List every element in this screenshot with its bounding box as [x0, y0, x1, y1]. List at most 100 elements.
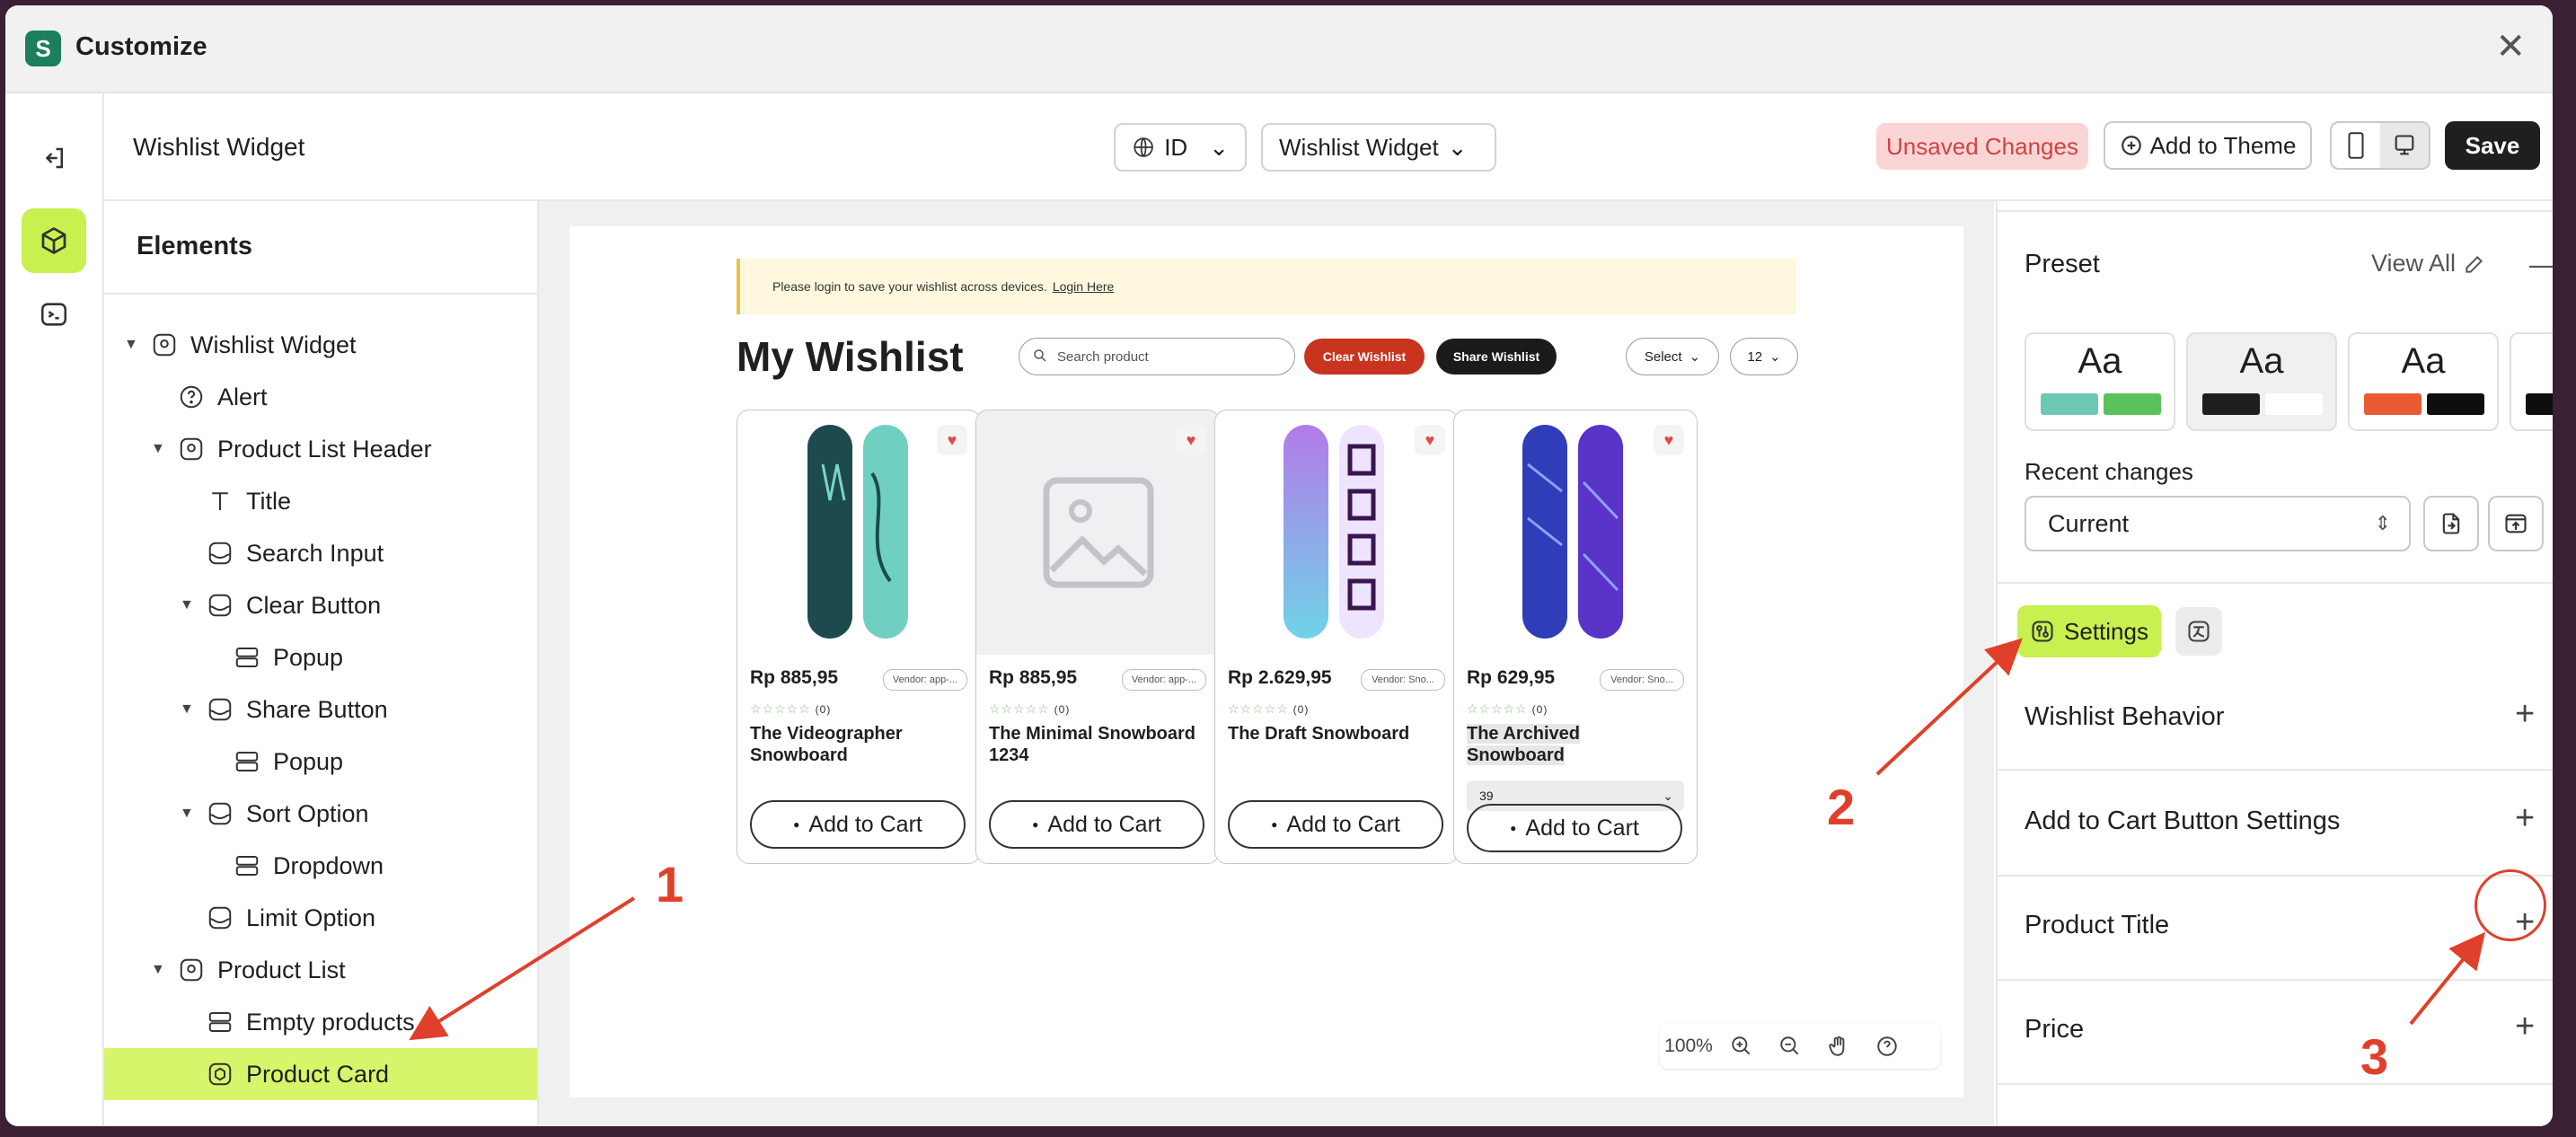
tree-item-product-list-header[interactable]: ▼ Product List Header — [104, 423, 537, 475]
product-title[interactable]: The Minimal Snowboard 1234 — [989, 723, 1204, 766]
search-input[interactable]: Search product — [1019, 338, 1295, 375]
export-icon[interactable] — [2488, 496, 2544, 551]
zoom-in-icon[interactable] — [1717, 1035, 1766, 1058]
share-wishlist-button[interactable]: Share Wishlist — [1436, 339, 1557, 375]
clear-wishlist-button[interactable]: Clear Wishlist — [1304, 339, 1425, 375]
annotation-number: 1 — [656, 856, 684, 912]
section-label: Price — [2025, 1015, 2085, 1044]
preset-sample: Aa — [2078, 341, 2122, 381]
chevron-down-icon: ⌄ — [1663, 788, 1673, 803]
tree-item-sort-option[interactable]: ▼ Sort Option — [104, 788, 537, 840]
limit-select[interactable]: 12 ⌄ — [1730, 338, 1798, 375]
view-all-link[interactable]: View All — [2371, 250, 2486, 278]
bag-icon: ● — [1510, 822, 1517, 834]
tree-item-limit-option[interactable]: Limit Option — [104, 892, 537, 944]
recent-changes-select[interactable]: Current ⇕ — [2025, 496, 2411, 551]
add-to-cart-label: Add to Cart — [808, 811, 922, 837]
mobile-view-icon[interactable] — [2332, 123, 2380, 168]
rating-stars: ☆☆☆☆☆ (0) — [1467, 701, 1548, 716]
add-to-theme-button[interactable]: Add to Theme — [2104, 121, 2312, 170]
plus-icon[interactable]: + — [2515, 1008, 2535, 1046]
help-icon[interactable] — [1863, 1035, 1911, 1058]
text-icon — [205, 486, 235, 516]
desktop-view-icon[interactable] — [2380, 123, 2429, 168]
page-name: Wishlist Widget — [133, 133, 305, 161]
preset-card[interactable]: Aa — [2025, 332, 2175, 431]
heart-icon[interactable]: ♥ — [1176, 425, 1206, 455]
product-price: Rp 885,95 — [750, 667, 839, 688]
product-title-text: The Archived Snowboard — [1467, 724, 1580, 765]
tree-item-popup[interactable]: Popup — [104, 631, 537, 683]
settings-tab-label: Settings — [2064, 617, 2148, 645]
layout-rows-icon — [232, 851, 262, 881]
tree-item-title[interactable]: Title — [104, 475, 537, 527]
vendor-badge: Vendor: app-... — [883, 669, 967, 691]
section-product-title[interactable]: Product Title + — [1998, 875, 2553, 981]
tab-translate[interactable] — [2175, 607, 2222, 656]
add-to-cart-button[interactable]: ● Add to Cart — [1228, 800, 1443, 849]
vendor-badge: Vendor: app-... — [1122, 669, 1206, 691]
tab-settings[interactable]: Settings — [2017, 605, 2161, 657]
section-wishlist-behavior[interactable]: Wishlist Behavior + — [1998, 666, 2553, 771]
preset-card[interactable] — [2510, 332, 2553, 431]
sort-select[interactable]: Select ⌄ — [1626, 338, 1719, 375]
template-select[interactable]: Wishlist Widget ⌄ — [1261, 123, 1496, 172]
preset-card[interactable]: Aa — [2348, 332, 2499, 431]
globe-icon — [1134, 137, 1153, 157]
product-card[interactable]: ♥ Rp 885,95 Vendor: app-... ☆☆☆☆☆ (0) Th… — [975, 410, 1220, 864]
tree-item-alert[interactable]: Alert — [104, 371, 537, 423]
import-file-icon[interactable] — [2423, 496, 2479, 551]
rating-count: (0) — [1054, 703, 1071, 716]
save-button[interactable]: Save — [2445, 121, 2540, 170]
tree-item-product-list[interactable]: ▼ Product List — [104, 944, 537, 996]
section-add-to-cart-settings[interactable]: Add to Cart Button Settings + — [1998, 771, 2553, 877]
preset-card[interactable]: Aa — [2186, 332, 2337, 431]
tree-item-search-input[interactable]: Search Input — [104, 527, 537, 579]
tree-item-wishlist-widget[interactable]: ▼ Wishlist Widget — [104, 319, 537, 371]
heart-icon[interactable]: ♥ — [1654, 425, 1684, 455]
section-price[interactable]: Price + — [1998, 979, 2553, 1085]
plus-circle-icon — [2121, 136, 2141, 155]
product-card[interactable]: ♥ Rp 629,95 Vendor: Sno... ☆☆☆☆☆ (0) The… — [1453, 410, 1698, 864]
add-to-cart-label: Add to Cart — [1286, 811, 1400, 837]
product-title[interactable]: The Videographer Snowboard — [750, 723, 966, 766]
product-card[interactable]: ♥ Rp 2.629,95 Vendor: Sno... ☆☆☆☆☆ (0) T… — [1214, 410, 1459, 864]
preview-page: Please login to save your wishlist acros… — [569, 226, 1963, 1097]
tree-item-product-card[interactable]: Product Card — [104, 1048, 537, 1100]
close-icon[interactable]: ✕ — [2495, 29, 2526, 65]
zoom-out-icon[interactable] — [1766, 1035, 1814, 1058]
heart-icon[interactable]: ♥ — [1415, 425, 1445, 455]
divider — [1998, 582, 2553, 584]
hand-pan-icon[interactable] — [1814, 1035, 1863, 1058]
code-terminal-icon[interactable] — [22, 282, 86, 347]
chevron-down-icon: ⌄ — [1209, 133, 1229, 161]
add-to-cart-button[interactable]: ● Add to Cart — [750, 800, 966, 849]
language-select[interactable]: ID ⌄ — [1114, 123, 1247, 172]
settings-sliders-icon — [2032, 621, 2053, 642]
product-title[interactable]: The Archived Snowboard — [1467, 723, 1682, 766]
product-card[interactable]: ♥ Rp 885,95 Vendor: app-... ☆☆☆☆☆ (0) Th… — [737, 410, 981, 864]
exit-icon[interactable] — [22, 126, 86, 190]
recent-changes-label: Recent changes — [2025, 458, 2193, 485]
add-to-cart-button[interactable]: ● Add to Cart — [1467, 804, 1682, 852]
color-swatch — [2041, 393, 2098, 415]
add-to-cart-button[interactable]: ● Add to Cart — [989, 800, 1204, 849]
plus-icon[interactable]: + — [2515, 695, 2535, 734]
login-link[interactable]: Login Here — [1053, 279, 1115, 294]
plus-icon[interactable]: + — [2515, 799, 2535, 838]
tree-item-share-button[interactable]: ▼ Share Button — [104, 683, 537, 736]
tree-label: Product List — [217, 956, 346, 983]
tree-item-clear-button[interactable]: ▼ Clear Button — [104, 579, 537, 631]
collapse-icon[interactable]: — — [2529, 248, 2553, 281]
tree-item-empty-products[interactable]: Empty products — [104, 996, 537, 1048]
product-title[interactable]: The Draft Snowboard — [1228, 723, 1443, 745]
tree-item-popup[interactable]: Popup — [104, 736, 537, 788]
color-swatch — [2427, 393, 2484, 415]
elements-cube-icon[interactable] — [22, 208, 86, 273]
search-icon — [1032, 348, 1048, 367]
heart-icon[interactable]: ♥ — [937, 425, 967, 455]
section-label: Add to Cart Button Settings — [2025, 806, 2341, 835]
tree-item-dropdown[interactable]: Dropdown — [104, 840, 537, 892]
annotation-ring — [2475, 869, 2546, 941]
search-placeholder: Search product — [1057, 348, 1149, 365]
